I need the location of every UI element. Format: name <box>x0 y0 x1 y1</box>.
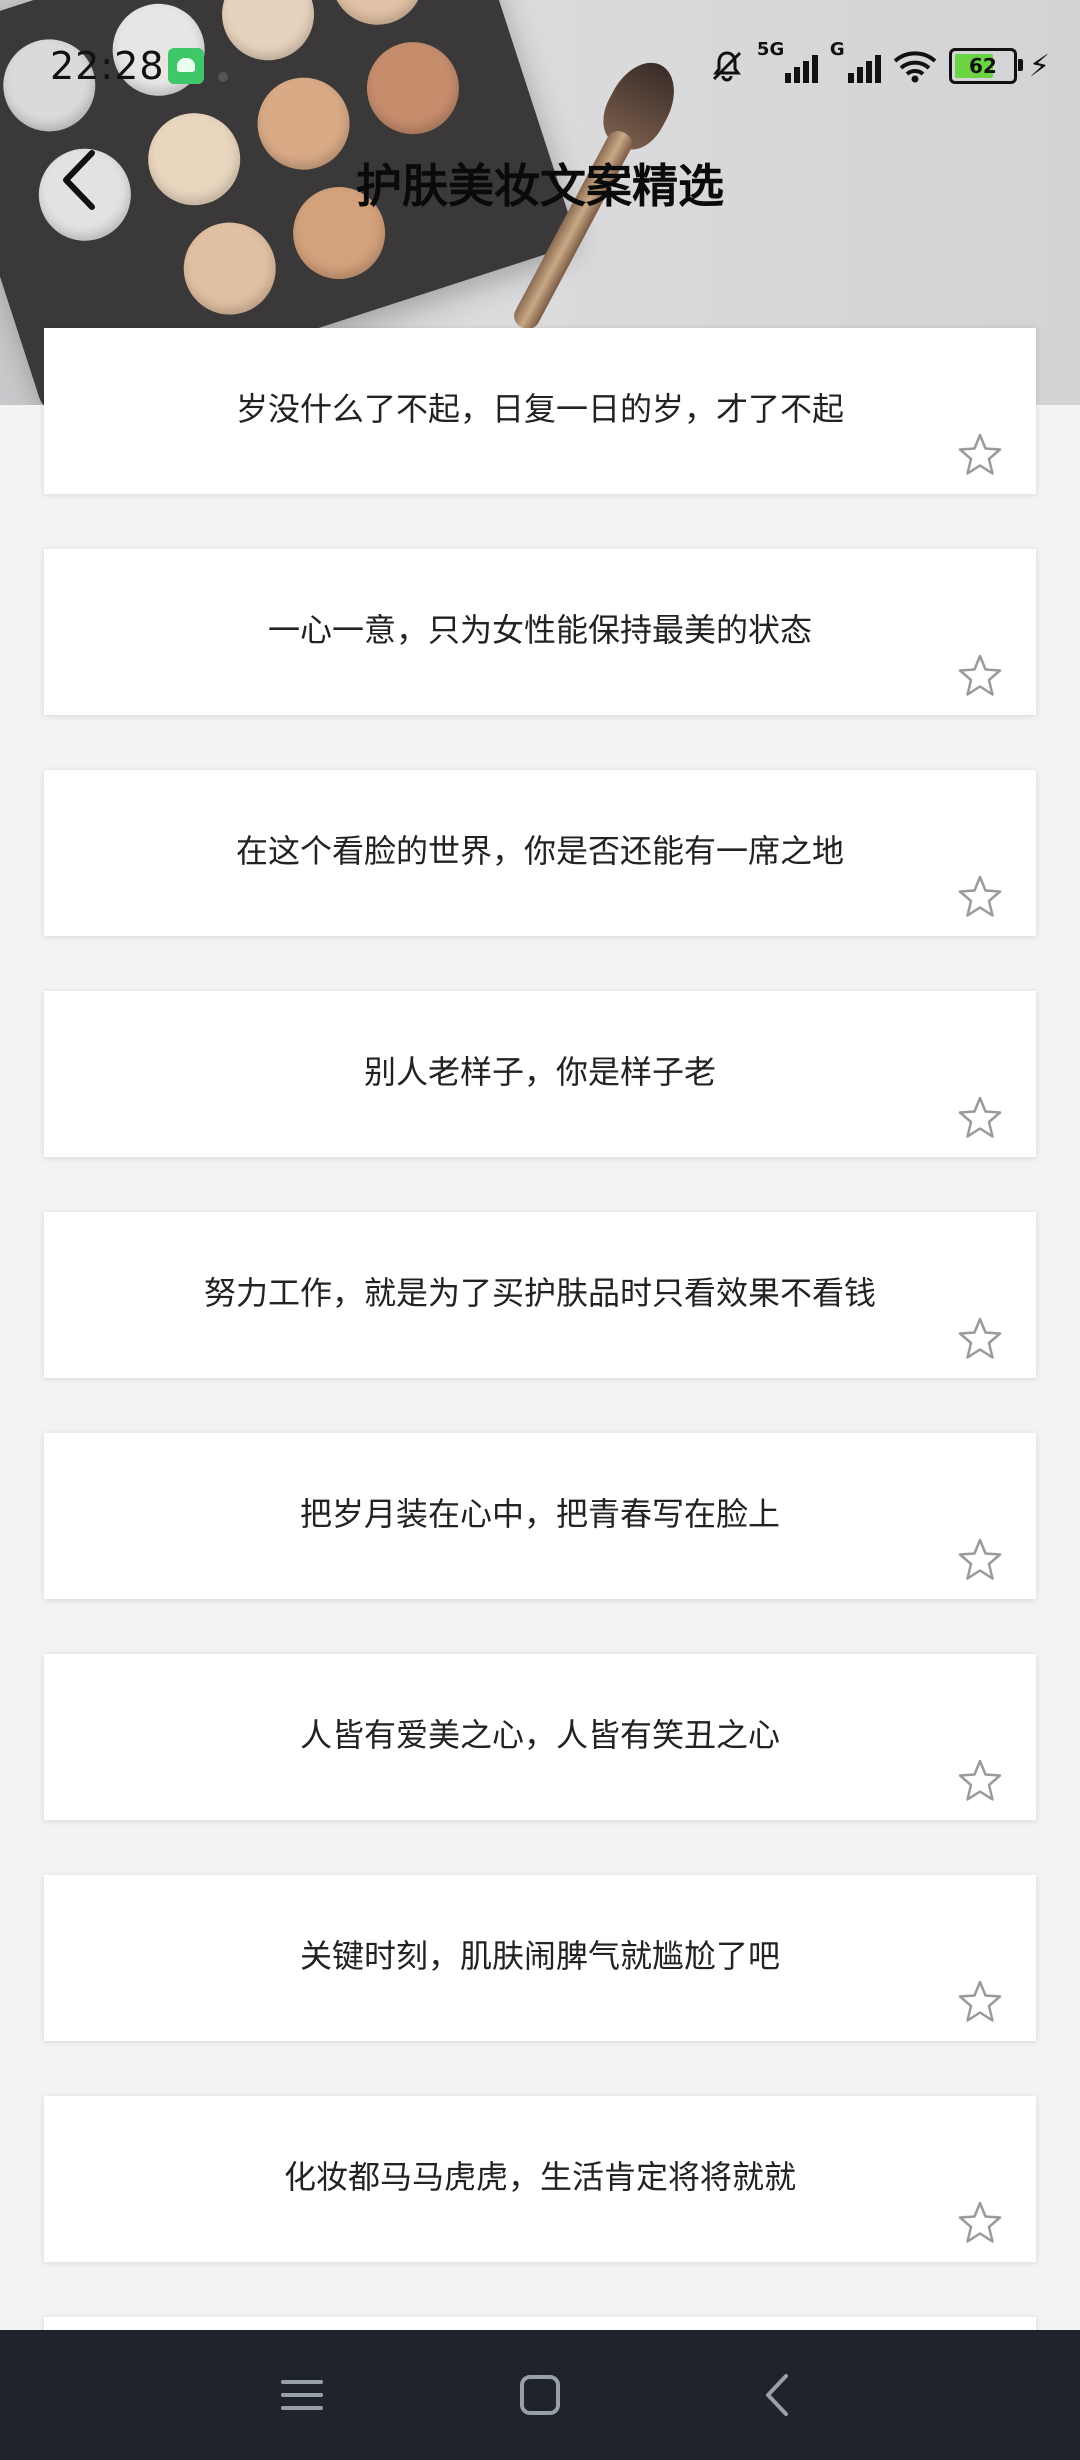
quote-list: 岁没什么了不起，日复一日的岁，才了不起 一心一意，只为女性能保持最美的状态 在这个看… <box>44 328 1036 2392</box>
quote-card[interactable]: 化妆都马马虎虎，生活肯定将将就就 <box>44 2096 1036 2262</box>
quote-text: 关键时刻，肌肤闹脾气就尴尬了吧 <box>299 1937 780 1975</box>
status-bar: 22:28 5G G 62 ⚡ <box>0 0 1080 130</box>
notification-dot-icon <box>218 72 228 82</box>
mute-bell-icon <box>712 51 741 82</box>
palette-pan <box>171 210 288 327</box>
signal-g-label: G <box>829 39 845 60</box>
quote-card[interactable]: 努力工作，就是为了买护肤品时只看效果不看钱 <box>44 1212 1036 1378</box>
favorite-star-icon[interactable] <box>956 431 1004 479</box>
quote-text: 别人老样子，你是样子老 <box>363 1053 716 1091</box>
quote-card[interactable]: 人皆有爱美之心，人皆有笑丑之心 <box>44 1654 1036 1820</box>
favorite-star-icon[interactable] <box>956 2199 1004 2247</box>
favorite-star-icon[interactable] <box>956 1315 1004 1363</box>
favorite-star-icon[interactable] <box>956 1978 1004 2026</box>
wifi-icon <box>893 51 937 83</box>
home-square-icon[interactable] <box>513 2368 567 2422</box>
quote-text: 岁没什么了不起，日复一日的岁，才了不起 <box>235 390 844 428</box>
status-time: 22:28 <box>50 44 165 88</box>
quote-text: 努力工作，就是为了买护肤品时只看效果不看钱 <box>203 1274 876 1312</box>
android-notification-icon <box>168 48 204 84</box>
back-triangle-icon[interactable] <box>752 2368 806 2422</box>
system-navigation-bar <box>0 2330 1080 2460</box>
quote-card[interactable]: 别人老样子，你是样子老 <box>44 991 1036 1157</box>
quote-text: 在这个看脸的世界，你是否还能有一席之地 <box>235 832 844 870</box>
quote-card[interactable]: 一心一意，只为女性能保持最美的状态 <box>44 549 1036 715</box>
favorite-star-icon[interactable] <box>956 1094 1004 1142</box>
quote-text: 一心一意，只为女性能保持最美的状态 <box>267 611 812 649</box>
favorite-star-icon[interactable] <box>956 1757 1004 1805</box>
quote-card[interactable]: 关键时刻，肌肤闹脾气就尴尬了吧 <box>44 1875 1036 2041</box>
page-title: 护肤美妆文案精选 <box>356 159 724 213</box>
quote-text: 化妆都马马虎虎，生活肯定将将就就 <box>283 2158 796 2196</box>
battery-percentage: 62 <box>969 54 997 78</box>
cellular-signal-g-icon: G <box>830 39 881 83</box>
status-indicators: 5G G 62 ⚡ <box>709 39 1050 88</box>
quote-card[interactable]: 在这个看脸的世界，你是否还能有一席之地 <box>44 770 1036 936</box>
cellular-signal-5g-icon: 5G <box>757 39 818 83</box>
signal-5g-label: 5G <box>756 39 785 60</box>
favorite-star-icon[interactable] <box>956 873 1004 921</box>
quote-card[interactable]: 把岁月装在心中，把青春写在脸上 <box>44 1433 1036 1599</box>
battery-icon: 62 <box>948 48 1023 84</box>
favorite-star-icon[interactable] <box>956 652 1004 700</box>
quote-text: 人皆有爱美之心，人皆有笑丑之心 <box>299 1716 780 1754</box>
quote-card[interactable]: 岁没什么了不起，日复一日的岁，才了不起 <box>44 328 1036 494</box>
menu-icon[interactable] <box>275 2368 329 2422</box>
quote-text: 把岁月装在心中，把青春写在脸上 <box>299 1495 780 1533</box>
charging-bolt-icon: ⚡ <box>1028 48 1050 84</box>
favorite-star-icon[interactable] <box>956 1536 1004 1584</box>
